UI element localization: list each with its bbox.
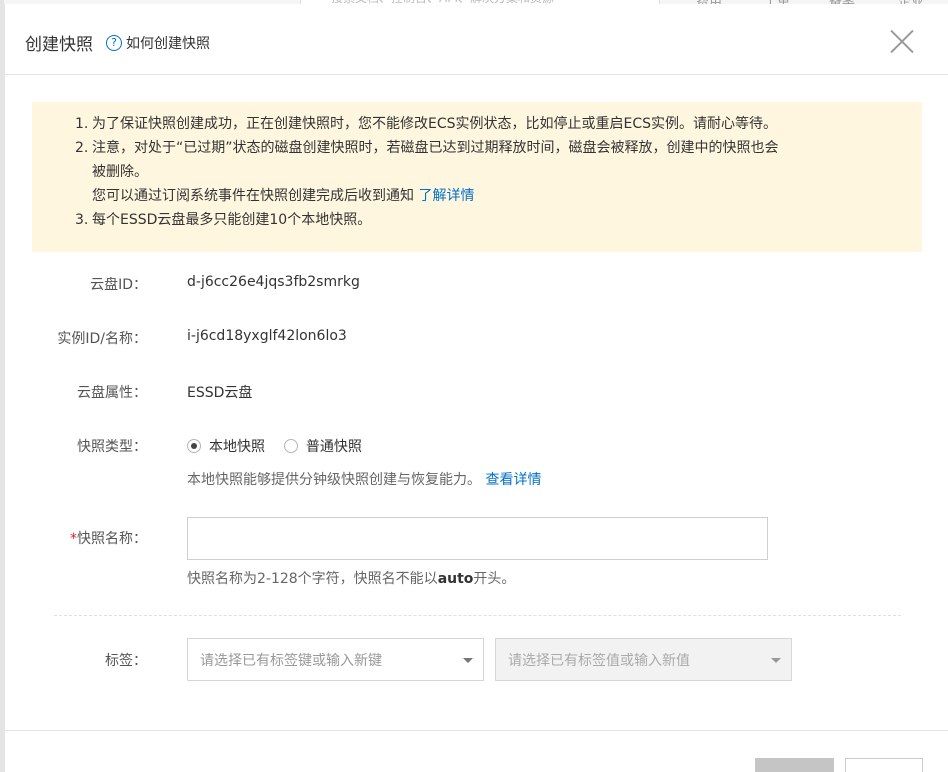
radio-local-snapshot[interactable]: 本地快照: [187, 436, 265, 456]
radio-normal-label: 普通快照: [305, 439, 362, 455]
snapshot-type-hint-text: 本地快照能够提供分钟级快照创建与恢复能力。: [187, 472, 481, 488]
question-icon: ?: [106, 35, 122, 51]
snapshot-name-label: *快照名称：: [70, 528, 147, 548]
notice-text: 您可以通过订阅系统事件在快照创建完成后收到通知: [92, 188, 414, 204]
create-snapshot-dialog: 创建快照 ? 如何创建快照 1. 为了保证快照创建成功，正在创建快照时，您不能修…: [4, 4, 948, 772]
notice-number: 2.: [75, 140, 89, 156]
radio-unchecked-icon: [283, 439, 298, 453]
confirm-button[interactable]: [755, 758, 834, 772]
how-to-create-snapshot-link[interactable]: ? 如何创建快照: [106, 33, 210, 53]
notice-text: 为了保证快照创建成功，正在创建快照时，您不能修改ECS实例状态，比如停止或重启E…: [92, 116, 778, 132]
dialog-title: 创建快照: [25, 35, 93, 55]
tag-value-select[interactable]: 请选择已有标签值或输入新值: [495, 638, 792, 681]
dialog-header: 创建快照 ? 如何创建快照: [5, 4, 948, 75]
close-icon[interactable]: [889, 28, 915, 54]
radio-local-label: 本地快照: [209, 439, 265, 455]
chevron-down-icon: [463, 658, 473, 663]
tag-key-placeholder: 请选择已有标签键或输入新键: [200, 652, 382, 669]
notice-item: 1. 为了保证快照创建成功，正在创建快照时，您不能修改ECS实例状态，比如停止或…: [75, 112, 902, 136]
instance-label: 实例ID/名称：: [57, 331, 147, 347]
snapshot-name-label-text: 快照名称：: [77, 531, 147, 547]
tag-label: 标签：: [105, 653, 147, 669]
learn-more-link[interactable]: 了解详情: [418, 188, 474, 204]
radio-checked-icon: [187, 439, 201, 453]
snapshot-name-hint-bold: auto: [437, 571, 474, 587]
notice-item: 2. 注意，对处于“已过期”状态的磁盘创建快照时，若磁盘已达到过期释放时间，磁盘…: [75, 136, 902, 208]
snapshot-type-options: 本地快照 普通快照: [187, 436, 362, 457]
cancel-button[interactable]: [845, 758, 923, 772]
help-link-label: 如何创建快照: [126, 36, 210, 52]
disk-id-value: d-j6cc26e4jqs3fb2smrkg: [187, 274, 360, 290]
view-details-link[interactable]: 查看详情: [485, 472, 541, 488]
required-mark: *: [70, 531, 77, 547]
tag-value-placeholder: 请选择已有标签值或输入新值: [508, 652, 690, 669]
snapshot-name-input[interactable]: [187, 517, 768, 560]
dialog-footer: [5, 730, 948, 772]
tag-key-select[interactable]: 请选择已有标签键或输入新键: [187, 638, 484, 681]
snapshot-name-hint-suffix: 开头。: [473, 571, 516, 587]
notice-text: 每个ESSD云盘最多只能创建10个本地快照。: [92, 212, 372, 228]
instance-value: i-j6cd18yxglf42lon6lo3: [187, 328, 347, 344]
notice-text: 被删除。: [92, 164, 148, 180]
notice-text: 注意，对处于“已过期”状态的磁盘创建快照时，若磁盘已达到过期释放时间，磁盘会被释…: [92, 140, 779, 156]
divider: [54, 615, 901, 616]
snapshot-name-hint: 快照名称为2-128个字符，快照名不能以auto开头。: [187, 568, 515, 588]
disk-id-label: 云盘ID：: [90, 277, 147, 293]
notice-number: 1.: [75, 116, 89, 132]
notice-number: 3.: [75, 212, 89, 228]
snapshot-type-label: 快照类型：: [77, 439, 147, 455]
notice-item: 3. 每个ESSD云盘最多只能创建10个本地快照。: [75, 208, 902, 232]
radio-normal-snapshot[interactable]: 普通快照: [283, 436, 362, 456]
snapshot-name-hint-prefix: 快照名称为2-128个字符，快照名不能以: [187, 571, 438, 587]
disk-attribute-value: ESSD云盘: [187, 385, 253, 401]
chevron-down-icon: [771, 658, 781, 663]
snapshot-type-hint: 本地快照能够提供分钟级快照创建与恢复能力。 查看详情: [187, 469, 541, 489]
disk-attribute-label: 云盘属性：: [77, 385, 147, 401]
notice-panel: 1. 为了保证快照创建成功，正在创建快照时，您不能修改ECS实例状态，比如停止或…: [32, 102, 922, 252]
